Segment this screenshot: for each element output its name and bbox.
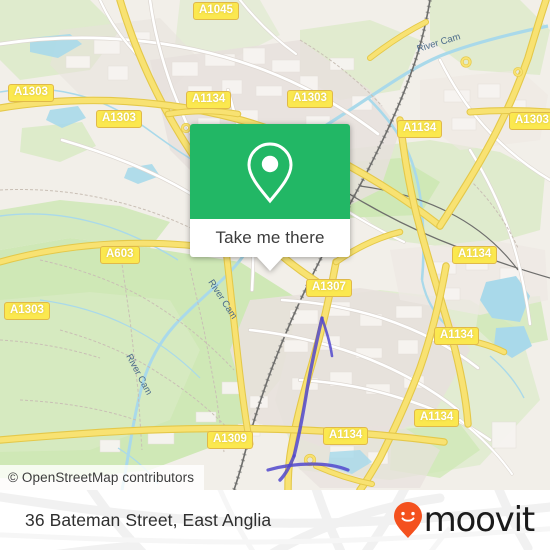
road-shield: A1303 bbox=[4, 302, 50, 320]
road-shield: A1134 bbox=[452, 246, 498, 264]
road-shield: A1134 bbox=[414, 409, 460, 427]
moovit-wordmark: moovit bbox=[423, 500, 536, 540]
map-popup-card[interactable]: Take me there bbox=[190, 124, 350, 271]
take-me-there-button[interactable]: Take me there bbox=[190, 219, 350, 257]
moovit-logo[interactable]: moovit bbox=[393, 490, 536, 550]
road-shield: A1303 bbox=[509, 112, 550, 130]
road-shield: A1303 bbox=[8, 84, 54, 102]
road-shield: A1134 bbox=[434, 327, 480, 345]
road-shield: A1303 bbox=[96, 110, 142, 128]
road-shield: A1303 bbox=[287, 90, 333, 108]
popup-tail bbox=[257, 257, 283, 271]
road-shield: A1307 bbox=[306, 279, 352, 297]
road-shield: A1134 bbox=[323, 427, 369, 445]
footer-bar: 36 Bateman Street, East Anglia moovit bbox=[0, 490, 550, 550]
moovit-map-page: .grn{fill:#cfe8b6} .grnl{fill:#ddecc9} .… bbox=[0, 0, 550, 550]
map-attribution[interactable]: © OpenStreetMap contributors bbox=[0, 465, 205, 490]
page-title: 36 Bateman Street, East Anglia bbox=[25, 509, 272, 530]
road-shield: A603 bbox=[100, 246, 140, 264]
moovit-pin-smiley-icon bbox=[393, 502, 422, 538]
road-shield: A1134 bbox=[186, 91, 232, 109]
road-shield: A1134 bbox=[397, 120, 443, 138]
take-me-there-label: Take me there bbox=[215, 228, 325, 247]
map-pin-icon bbox=[247, 141, 293, 203]
road-shield: A1045 bbox=[193, 2, 239, 20]
popup-pin-panel bbox=[190, 124, 350, 219]
road-shield: A1309 bbox=[207, 431, 253, 449]
